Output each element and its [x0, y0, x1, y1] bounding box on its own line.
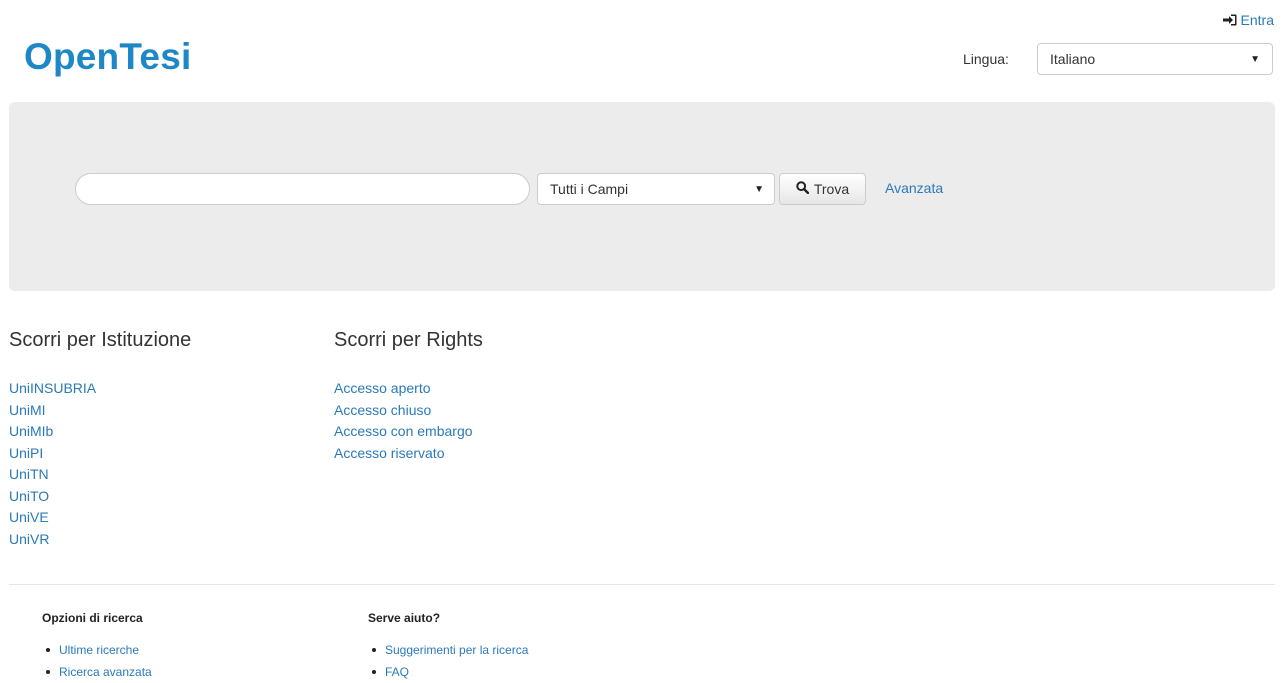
browse-institution-title: Scorri per Istituzione — [9, 329, 192, 351]
login-label: Entra — [1240, 12, 1274, 28]
rights-link[interactable]: Accesso chiuso — [334, 402, 431, 418]
institution-link[interactable]: UniMIb — [9, 423, 53, 439]
find-button-label: Trova — [813, 181, 850, 197]
search-input[interactable] — [75, 173, 530, 205]
search-options-list: Ultime ricerche Ricerca avanzata — [42, 639, 152, 683]
rights-link[interactable]: Accesso riservato — [334, 445, 444, 461]
institution-link[interactable]: UniTN — [9, 466, 49, 482]
sign-in-icon — [1222, 14, 1237, 26]
bullet — [46, 670, 50, 674]
recent-searches-link[interactable]: Ultime ricerche — [59, 639, 139, 661]
institution-link[interactable]: UniTO — [9, 488, 49, 504]
help-title: Serve aiuto? — [368, 611, 441, 625]
site-logo[interactable]: OpenTesi — [24, 36, 191, 78]
rights-list: Accesso aperto Accesso chiuso Accesso co… — [334, 378, 473, 464]
bullet — [372, 648, 376, 652]
institution-list: UniINSUBRIA UniMI UniMIb UniPI UniTN Uni… — [9, 378, 96, 550]
institution-link[interactable]: UniVR — [9, 531, 49, 547]
rights-link[interactable]: Accesso aperto — [334, 380, 431, 396]
institution-link[interactable]: UniINSUBRIA — [9, 380, 96, 396]
browse-rights-title: Scorri per Rights — [334, 329, 483, 351]
caret-down-icon: ▼ — [754, 183, 764, 195]
institution-link[interactable]: UniVE — [9, 509, 49, 525]
bullet — [372, 670, 376, 674]
language-label: Lingua: — [963, 51, 1009, 67]
caret-down-icon: ▼ — [1250, 53, 1260, 65]
institution-link[interactable]: UniPI — [9, 445, 43, 461]
search-icon — [796, 181, 810, 197]
advanced-search-link[interactable]: Avanzata — [885, 180, 943, 196]
search-tips-link[interactable]: Suggerimenti per la ricerca — [385, 639, 528, 661]
rights-link[interactable]: Accesso con embargo — [334, 423, 473, 439]
language-select[interactable]: Italiano ▼ — [1037, 43, 1273, 75]
find-button[interactable]: Trova — [779, 173, 866, 205]
search-options-title: Opzioni di ricerca — [42, 611, 143, 625]
login-link[interactable]: Entra — [1222, 12, 1274, 28]
institution-link[interactable]: UniMI — [9, 402, 46, 418]
search-field-select[interactable]: Tutti i Campi ▼ — [537, 173, 775, 205]
faq-link[interactable]: FAQ — [385, 661, 409, 683]
help-list: Suggerimenti per la ricerca FAQ — [368, 639, 528, 683]
search-field-selected-value: Tutti i Campi — [550, 181, 629, 197]
footer-divider — [9, 584, 1275, 585]
language-selected-value: Italiano — [1050, 51, 1096, 67]
bullet — [46, 648, 50, 652]
advanced-search-footer-link[interactable]: Ricerca avanzata — [59, 661, 152, 683]
